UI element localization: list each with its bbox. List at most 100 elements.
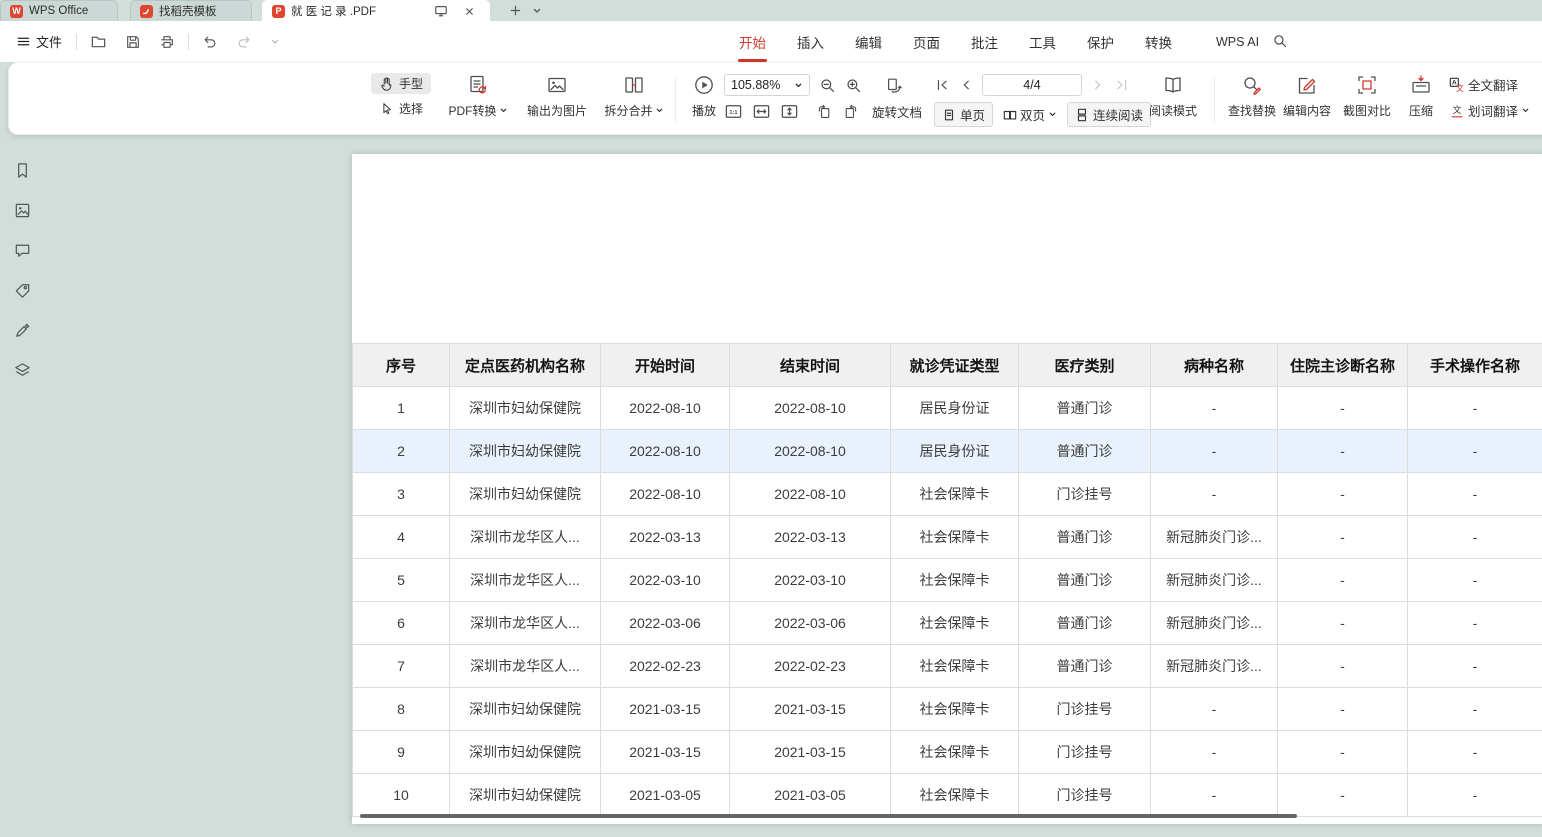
single-page-button[interactable]: 单页 <box>934 102 993 127</box>
undo-icon[interactable] <box>197 34 223 50</box>
tab-docer[interactable]: 找稻壳模板 <box>130 0 252 21</box>
translate-group: 全文翻译 划词翻译 <box>1449 75 1530 120</box>
zoom-level-select[interactable]: 105.88% <box>724 74 810 96</box>
table-cell: 社会保障卡 <box>891 774 1019 817</box>
menu-tab-5[interactable]: 批注 <box>970 20 999 64</box>
zoom-out-icon[interactable] <box>819 77 836 94</box>
column-header: 住院主诊断名称 <box>1278 344 1408 387</box>
full-translate-button[interactable]: 全文翻译 <box>1449 75 1530 94</box>
rotate-doc-label[interactable]: 旋转文档 <box>872 102 922 121</box>
page-number-input[interactable]: 4/4 <box>982 74 1082 96</box>
full-translate-icon <box>1449 77 1465 93</box>
table-cell: 1 <box>353 387 450 430</box>
redo-icon[interactable] <box>231 34 257 50</box>
tab-device-icon[interactable] <box>430 4 452 18</box>
table-cell: 社会保障卡 <box>891 559 1019 602</box>
edit-content-label: 编辑内容 <box>1283 102 1331 119</box>
thumbnail-icon[interactable] <box>10 198 34 222</box>
zoom-in-icon[interactable] <box>845 77 862 94</box>
page-turn-icon[interactable] <box>885 76 903 94</box>
pdf-convert-button[interactable]: PDF转换 <box>441 74 515 119</box>
rotate-right-icon[interactable] <box>842 103 859 120</box>
new-tab-button[interactable] <box>504 0 526 21</box>
play-button[interactable]: 播放 <box>681 74 727 119</box>
menu-tab-3[interactable]: 编辑 <box>854 20 883 64</box>
chevron-down-icon <box>1521 106 1530 115</box>
first-page-icon[interactable] <box>934 77 950 93</box>
menu-tab-1[interactable]: 开始 <box>738 20 767 64</box>
column-header: 定点医药机构名称 <box>450 344 601 387</box>
prev-page-icon[interactable] <box>958 77 974 93</box>
comment-icon[interactable] <box>10 238 34 262</box>
tab-list-chevron-icon[interactable] <box>526 0 548 21</box>
bookmark-icon[interactable] <box>10 158 34 182</box>
split-merge-label: 拆分合并 <box>604 102 652 119</box>
wps-ai-button[interactable]: WPS AI <box>1196 21 1259 62</box>
tab-docer-label: 找稻壳模板 <box>159 3 217 19</box>
actual-size-icon[interactable]: 1:1 <box>724 102 743 121</box>
menu-tab-2[interactable]: 插入 <box>796 20 825 64</box>
split-merge-button[interactable]: 拆分合并 <box>597 74 671 119</box>
continuous-read-button[interactable]: 连续阅读 <box>1067 102 1151 127</box>
table-cell: - <box>1278 774 1408 817</box>
menu-tab-4[interactable]: 页面 <box>912 20 941 64</box>
table-cell: 2022-03-10 <box>601 559 730 602</box>
pdf-convert-label: PDF转换 <box>448 102 496 119</box>
svg-text:1:1: 1:1 <box>729 110 737 116</box>
edit-content-button[interactable]: 编辑内容 <box>1276 74 1338 119</box>
hand-tool-button[interactable]: 手型 <box>371 73 431 94</box>
attachment-icon[interactable] <box>10 278 34 302</box>
table-cell: - <box>1151 430 1278 473</box>
menu-tab-8[interactable]: 转换 <box>1144 20 1173 64</box>
search-icon[interactable] <box>1272 33 1288 49</box>
fit-page-icon[interactable] <box>780 102 799 121</box>
window-tab-bar: W WPS Office 找稻壳模板 P 就 医 记 录 .PDF <box>0 0 1542 21</box>
compress-icon <box>1410 74 1432 96</box>
word-translate-icon <box>1449 103 1465 119</box>
table-cell: 普通门诊 <box>1019 430 1151 473</box>
table-cell: - <box>1408 430 1542 473</box>
table-cell: 门诊挂号 <box>1019 473 1151 516</box>
fit-width-icon[interactable] <box>752 102 771 121</box>
screenshot-compare-button[interactable]: 截图对比 <box>1336 74 1398 119</box>
docer-icon <box>140 5 153 18</box>
table-cell: 8 <box>353 688 450 731</box>
layers-icon[interactable] <box>10 358 34 382</box>
export-image-button[interactable]: 输出为图片 <box>519 74 595 119</box>
horizontal-scrollbar[interactable] <box>360 814 1297 818</box>
read-mode-button[interactable]: 阅读模式 <box>1142 74 1204 119</box>
column-header: 医疗类别 <box>1019 344 1151 387</box>
column-header: 开始时间 <box>601 344 730 387</box>
file-menu-button[interactable]: 文件 <box>10 32 68 51</box>
tab-document[interactable]: P 就 医 记 录 .PDF <box>262 0 490 21</box>
print-icon[interactable] <box>154 34 180 50</box>
menu-tab-7[interactable]: 保护 <box>1086 20 1115 64</box>
open-file-icon[interactable] <box>85 33 112 50</box>
table-cell: 4 <box>353 516 450 559</box>
next-page-icon[interactable] <box>1090 77 1106 93</box>
table-cell: 社会保障卡 <box>891 645 1019 688</box>
menu-tab-6[interactable]: 工具 <box>1028 20 1057 64</box>
compress-button[interactable]: 压缩 <box>1398 74 1444 119</box>
table-cell: 普通门诊 <box>1019 559 1151 602</box>
edit-content-icon <box>1296 74 1318 96</box>
rotate-left-icon[interactable] <box>816 103 833 120</box>
table-cell: 深圳市妇幼保健院 <box>450 688 601 731</box>
double-page-button[interactable]: 双页 <box>1003 105 1057 124</box>
signature-icon[interactable] <box>10 318 34 342</box>
pdf-page: 序号定点医药机构名称开始时间结束时间就诊凭证类型医疗类别病种名称住院主诊断名称手… <box>352 154 1542 824</box>
tab-wps-home[interactable]: W WPS Office <box>0 0 118 21</box>
save-icon[interactable] <box>120 34 146 50</box>
play-label: 播放 <box>692 102 716 119</box>
file-menu-label: 文件 <box>36 32 62 51</box>
table-body: 1深圳市妇幼保健院2022-08-102022-08-10居民身份证普通门诊--… <box>353 387 1542 817</box>
word-translate-button[interactable]: 划词翻译 <box>1449 101 1530 120</box>
tab-close-icon[interactable] <box>458 6 480 17</box>
export-image-icon <box>546 74 568 96</box>
select-tool-button[interactable]: 选择 <box>371 98 431 119</box>
last-page-icon[interactable] <box>1114 77 1130 93</box>
table-cell: 居民身份证 <box>891 387 1019 430</box>
divider <box>76 34 77 50</box>
undo-history-chevron-icon[interactable] <box>265 37 285 47</box>
find-replace-button[interactable]: 查找替换 <box>1221 74 1283 119</box>
